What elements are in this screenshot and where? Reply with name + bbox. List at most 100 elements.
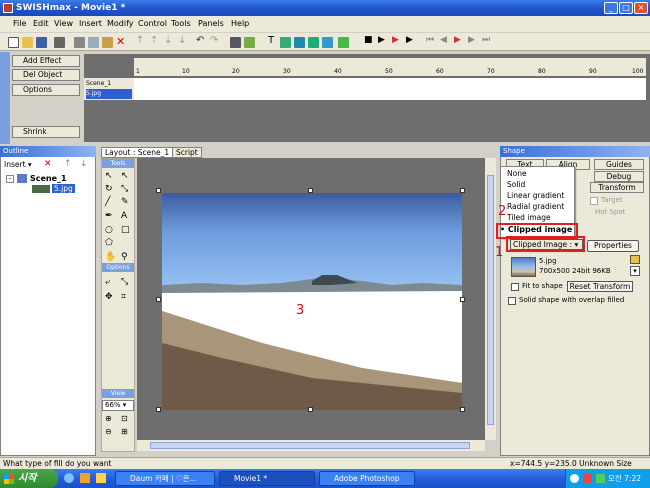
del-object-button[interactable]: Del Object xyxy=(12,69,80,81)
resize-handle[interactable] xyxy=(460,407,465,412)
tab-layout[interactable]: Layout : Scene_1 xyxy=(101,147,174,158)
move-top-icon[interactable]: ⇡ xyxy=(150,35,158,46)
browse-folder-icon[interactable] xyxy=(630,255,640,264)
new-file-icon[interactable] xyxy=(8,37,19,48)
insert-image-icon[interactable] xyxy=(280,37,291,48)
play-timeline-icon[interactable]: ▶ xyxy=(392,35,399,45)
resize-handle[interactable] xyxy=(460,188,465,193)
shrink-button[interactable]: Shrink xyxy=(12,126,80,138)
menu-control[interactable]: Control xyxy=(135,18,170,30)
solid-overlap-checkbox[interactable] xyxy=(508,297,516,305)
scale-option-icon[interactable]: ⤡ xyxy=(121,277,132,288)
minimize-button[interactable]: _ xyxy=(604,2,618,14)
insert-content-icon[interactable] xyxy=(338,37,349,48)
fill-option-tiled[interactable]: Tiled image xyxy=(507,213,551,223)
undo-icon[interactable]: ↶ xyxy=(196,35,204,46)
timeline-layer-scene[interactable]: Scene_1 xyxy=(86,79,132,89)
properties-button[interactable]: Properties xyxy=(587,240,639,252)
copy-icon[interactable] xyxy=(88,37,99,48)
step-back-icon[interactable]: ◀ xyxy=(440,35,447,45)
outline-up-icon[interactable]: ↑ xyxy=(64,159,72,169)
zoom-out-icon[interactable]: ⊖ xyxy=(105,427,116,438)
menu-panels[interactable]: Panels xyxy=(195,18,227,30)
move-option-icon[interactable]: ✥ xyxy=(105,292,116,303)
redo-icon[interactable]: ↷ xyxy=(210,35,218,46)
move-down-icon[interactable]: ↓ xyxy=(178,35,186,46)
timeline-layer-image[interactable]: 5.jpg xyxy=(86,89,132,99)
outline-image-item[interactable]: 5.jpg xyxy=(52,184,75,193)
resize-handle[interactable] xyxy=(156,188,161,193)
zoom-tool-icon[interactable]: ⚲ xyxy=(121,252,132,263)
text-tool-icon[interactable]: A xyxy=(121,211,132,222)
tray-network-icon[interactable] xyxy=(570,474,579,483)
add-effect-button[interactable]: Add Effect xyxy=(12,55,80,67)
outline-insert-button[interactable]: Insert ▾ xyxy=(4,160,32,169)
stop-icon[interactable]: ■ xyxy=(364,35,373,45)
play-icon[interactable]: ▶ xyxy=(378,35,385,45)
expand-toggle-icon[interactable]: - xyxy=(6,175,14,183)
resize-handle[interactable] xyxy=(156,407,161,412)
fill-option-radial[interactable]: Radial gradient xyxy=(507,202,564,212)
beach-photo-image[interactable] xyxy=(162,193,462,410)
delete-icon[interactable]: ✕ xyxy=(116,35,125,48)
timeline-frames[interactable] xyxy=(134,78,646,100)
fill-option-solid[interactable]: Solid xyxy=(507,180,525,190)
image-dropdown-icon[interactable]: ▾ xyxy=(630,266,640,276)
task-daum[interactable]: Daum 카페 | ♡은... xyxy=(115,471,215,486)
ellipse-tool-icon[interactable]: ○ xyxy=(105,225,116,236)
menu-insert[interactable]: Insert xyxy=(76,18,105,30)
frame-icon[interactable]: ▶ xyxy=(454,35,461,45)
tray-volume-icon[interactable] xyxy=(596,474,605,483)
zoom-in-icon[interactable]: ⊕ xyxy=(105,414,116,425)
resize-handle[interactable] xyxy=(460,297,465,302)
play-effect-icon[interactable]: ▶ xyxy=(406,35,413,45)
menu-tools[interactable]: Tools xyxy=(168,18,194,30)
paste-icon[interactable] xyxy=(102,37,113,48)
fill-option-linear[interactable]: Linear gradient xyxy=(507,191,564,201)
fill-type-dropdown[interactable]: Clipped Image : ▾ xyxy=(510,239,583,250)
maximize-button[interactable]: □ xyxy=(619,2,633,14)
quicklaunch-folder-icon[interactable] xyxy=(96,473,106,483)
target-checkbox[interactable] xyxy=(590,197,598,205)
resize-handle[interactable] xyxy=(308,188,313,193)
cut-icon[interactable] xyxy=(74,37,85,48)
menu-edit[interactable]: Edit xyxy=(30,18,52,30)
menu-view[interactable]: View xyxy=(51,18,76,30)
outline-delete-icon[interactable]: ✕ xyxy=(44,159,52,169)
shape-tool-icon[interactable]: ⬠ xyxy=(105,238,116,249)
reshape-tool-icon[interactable]: ⤡ xyxy=(121,184,132,195)
outline-down-icon[interactable]: ↓ xyxy=(80,159,88,169)
move-bottom-icon[interactable]: ⇣ xyxy=(164,35,172,46)
book-icon[interactable] xyxy=(244,37,255,48)
menu-help[interactable]: Help xyxy=(228,18,252,30)
outline-scene-item[interactable]: Scene_1 xyxy=(30,174,67,183)
zoom-select[interactable]: 66% ▾ xyxy=(102,400,134,411)
rectangle-tool-icon[interactable]: □ xyxy=(121,225,132,236)
task-movie1[interactable]: Movie1 * xyxy=(219,471,315,486)
resize-handle[interactable] xyxy=(156,297,161,302)
rotate-tool-icon[interactable]: ↻ xyxy=(105,184,116,195)
options-button[interactable]: Options xyxy=(12,84,80,96)
tab-script[interactable]: Script xyxy=(172,147,202,158)
pencil-tool-icon[interactable]: ✎ xyxy=(121,197,132,208)
tray-security-icon[interactable] xyxy=(583,474,592,483)
save-icon[interactable] xyxy=(36,37,47,48)
tab-guides[interactable]: Guides xyxy=(594,159,644,170)
fill-option-none[interactable]: None xyxy=(507,169,527,179)
menu-modify[interactable]: Modify xyxy=(104,18,137,30)
step-forward-icon[interactable]: ▶ xyxy=(468,35,475,45)
text-tool-icon[interactable]: T xyxy=(268,35,274,46)
close-button[interactable]: × xyxy=(634,2,648,14)
select-tool-icon[interactable]: ↖ xyxy=(105,171,116,182)
find-icon[interactable] xyxy=(54,37,65,48)
insert-sprite-icon[interactable] xyxy=(308,37,319,48)
move-up-icon[interactable]: ↑ xyxy=(136,35,144,46)
quicklaunch-ie-icon[interactable] xyxy=(64,473,74,483)
zoom-fit-icon[interactable]: ⊡ xyxy=(121,414,132,425)
resize-handle[interactable] xyxy=(308,407,313,412)
tab-debug[interactable]: Debug xyxy=(594,171,644,182)
tab-transform[interactable]: Transform xyxy=(590,182,644,193)
insert-sound-icon[interactable] xyxy=(322,37,333,48)
horizontal-scroll-thumb[interactable] xyxy=(150,442,470,449)
subselect-tool-icon[interactable]: ↖ xyxy=(121,171,132,182)
